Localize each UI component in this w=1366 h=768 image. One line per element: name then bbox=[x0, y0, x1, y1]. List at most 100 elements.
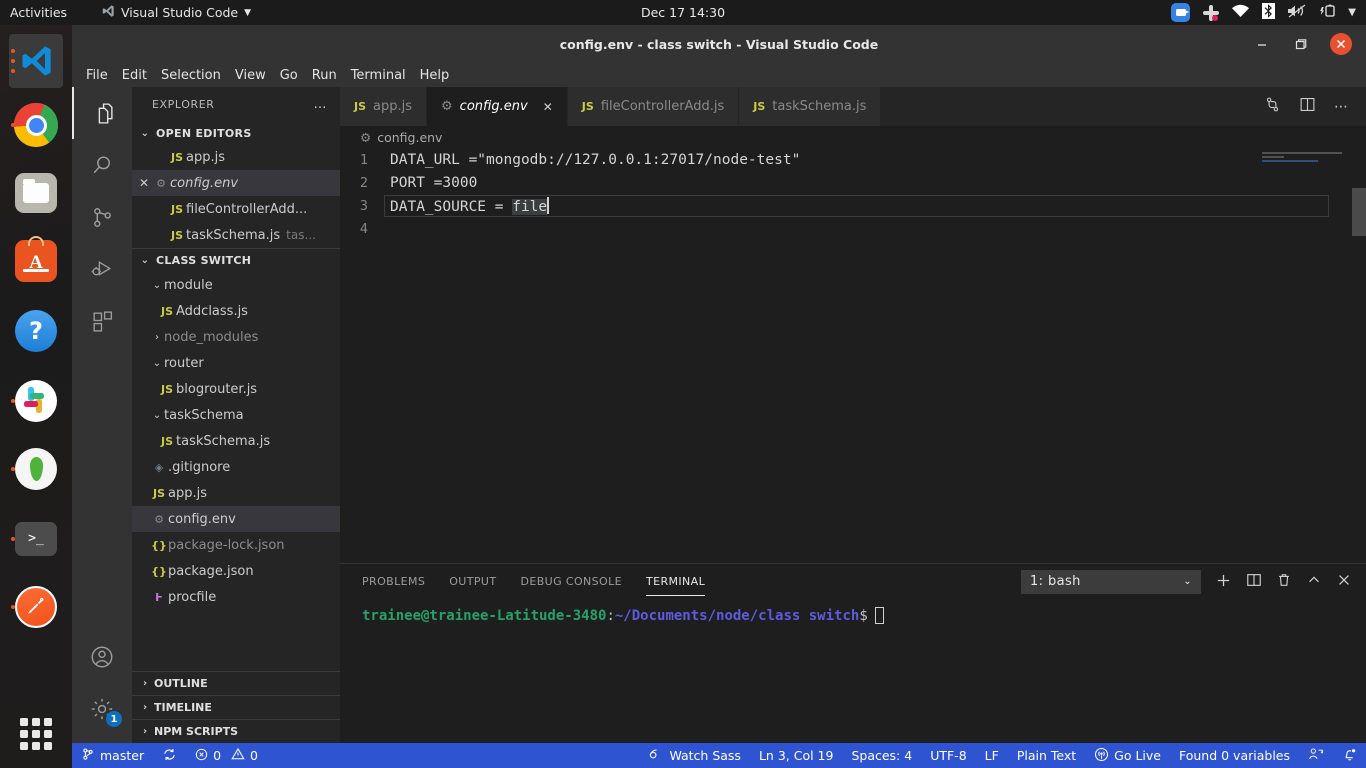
activities-button[interactable]: Activities bbox=[10, 5, 67, 20]
menu-selection[interactable]: Selection bbox=[161, 68, 221, 83]
split-editor-icon[interactable] bbox=[1299, 96, 1316, 117]
activity-accounts-icon[interactable] bbox=[72, 631, 132, 683]
menu-file[interactable]: File bbox=[86, 68, 108, 83]
dock-item-ubuntu-software[interactable]: A bbox=[8, 233, 64, 289]
terminal-select[interactable]: 1: bash ⌄ bbox=[1021, 569, 1201, 594]
dock-item-visual-studio-code[interactable] bbox=[8, 33, 64, 89]
maximize-panel-icon[interactable] bbox=[1306, 572, 1322, 591]
status-notifications[interactable] bbox=[1333, 743, 1366, 768]
code-editor[interactable]: 1 DATA_URL ="mongodb://127.0.0.1:27017/n… bbox=[340, 148, 1366, 563]
close-panel-icon[interactable] bbox=[1336, 572, 1352, 591]
dock-item-google-chrome[interactable] bbox=[8, 97, 64, 153]
status-cursor-position[interactable]: Ln 3, Col 19 bbox=[750, 743, 843, 768]
slack-tray-icon[interactable] bbox=[1203, 4, 1220, 21]
status-watch-sass[interactable]: Watch Sass bbox=[640, 743, 750, 768]
tab-taskschema-js[interactable]: JS taskSchema.js bbox=[739, 87, 882, 126]
activity-run-debug-icon[interactable] bbox=[72, 243, 132, 295]
status-go-live[interactable]: Go Live bbox=[1085, 743, 1170, 768]
dock-item-terminal[interactable]: >_ bbox=[8, 511, 64, 567]
tree-item-procfile[interactable]: Ⱶ procfile bbox=[132, 584, 340, 610]
tree-item-gitignore[interactable]: ◈ .gitignore bbox=[132, 454, 340, 480]
dock-item-mongodb-compass[interactable] bbox=[8, 441, 64, 497]
tree-item-taskschema-js[interactable]: JS taskSchema.js bbox=[132, 428, 340, 454]
status-eol[interactable]: LF bbox=[976, 743, 1008, 768]
section-class-switch[interactable]: ⌄ CLASS SWITCH bbox=[132, 248, 340, 272]
tree-item-module[interactable]: ⌄ module bbox=[132, 272, 340, 298]
breadcrumb[interactable]: ⚙ config.env bbox=[340, 126, 1366, 148]
activity-search-icon[interactable] bbox=[72, 139, 132, 191]
camera-icon[interactable] bbox=[1171, 3, 1191, 22]
close-tab-icon[interactable]: ✕ bbox=[543, 100, 553, 114]
volume-muted-icon[interactable] bbox=[1288, 4, 1306, 21]
status-indentation[interactable]: Spaces: 4 bbox=[842, 743, 921, 768]
section-npm-scripts[interactable]: › NPM SCRIPTS bbox=[132, 719, 340, 743]
tree-item-package-json[interactable]: {} package.json bbox=[132, 558, 340, 584]
terminal-output[interactable]: trainee@trainee-Latitude-3480:~/Document… bbox=[340, 599, 1366, 743]
close-editor-icon[interactable]: ✕ bbox=[136, 176, 152, 190]
status-branch[interactable]: master bbox=[72, 743, 153, 768]
open-editor-row[interactable]: ✕ ⚙ config.env bbox=[132, 170, 340, 196]
tab-app-js[interactable]: JS app.js bbox=[340, 87, 428, 126]
panel-tab-output[interactable]: OUTPUT bbox=[449, 567, 496, 596]
tab-config-env[interactable]: ⚙ config.env ✕ bbox=[427, 87, 568, 126]
maximize-button[interactable] bbox=[1292, 36, 1308, 52]
menu-terminal[interactable]: Terminal bbox=[351, 68, 406, 83]
status-language-mode[interactable]: Plain Text bbox=[1008, 743, 1085, 768]
menu-help[interactable]: Help bbox=[420, 68, 450, 83]
kill-terminal-icon[interactable] bbox=[1276, 572, 1292, 591]
tree-item-config-env[interactable]: ⚙ config.env bbox=[132, 506, 340, 532]
dock-item-help[interactable]: ? bbox=[8, 303, 64, 359]
dock-item-slack[interactable] bbox=[8, 373, 64, 429]
menu-run[interactable]: Run bbox=[312, 68, 337, 83]
status-variables[interactable]: Found 0 variables bbox=[1170, 743, 1299, 768]
chevron-down-icon[interactable]: ▼ bbox=[244, 8, 251, 18]
new-terminal-icon[interactable] bbox=[1215, 572, 1232, 592]
menu-view[interactable]: View bbox=[235, 68, 266, 83]
tree-item-app-js[interactable]: JS app.js bbox=[132, 480, 340, 506]
activity-explorer-icon[interactable] bbox=[72, 87, 132, 139]
section-timeline[interactable]: › TIMELINE bbox=[132, 695, 340, 719]
system-menu-chevron-icon[interactable]: ▼ bbox=[1348, 7, 1356, 18]
js-file-icon: JS bbox=[354, 100, 367, 113]
tree-item-addclass-js[interactable]: JS Addclass.js bbox=[132, 298, 340, 324]
show-applications-button[interactable] bbox=[20, 718, 52, 750]
tab-filecontrolleradd-js[interactable]: JS fileControllerAdd.js bbox=[567, 87, 740, 126]
bluetooth-icon[interactable] bbox=[1262, 3, 1276, 22]
menu-go[interactable]: Go bbox=[280, 68, 298, 83]
tree-item-blogrouter-js[interactable]: JS blogrouter.js bbox=[132, 376, 340, 402]
panel-tab-debug-console[interactable]: DEBUG CONSOLE bbox=[520, 567, 622, 596]
menu-edit[interactable]: Edit bbox=[122, 68, 147, 83]
panel-tab-problems[interactable]: PROBLEMS bbox=[362, 567, 425, 596]
status-sync[interactable] bbox=[153, 743, 186, 768]
open-editor-row[interactable]: JS taskSchema.js tas... bbox=[132, 222, 340, 248]
minimap[interactable] bbox=[1262, 152, 1348, 186]
activity-extensions-icon[interactable] bbox=[72, 295, 132, 347]
activity-source-control-icon[interactable] bbox=[72, 191, 132, 243]
open-editor-row[interactable]: JS fileControllerAdd... bbox=[132, 196, 340, 222]
wifi-icon[interactable] bbox=[1232, 4, 1250, 21]
explorer-more-actions-icon[interactable]: … bbox=[314, 97, 329, 112]
editor-scrollbar[interactable] bbox=[1352, 188, 1366, 236]
dock-item-files[interactable] bbox=[8, 165, 64, 221]
minimize-button[interactable] bbox=[1254, 36, 1270, 52]
close-button[interactable] bbox=[1330, 33, 1352, 55]
tree-item-taskschema-folder[interactable]: ⌄ taskSchema bbox=[132, 402, 340, 428]
tree-item-node-modules[interactable]: › node_modules bbox=[132, 324, 340, 350]
active-app-menu[interactable]: Visual Studio Code ▼ bbox=[101, 4, 251, 21]
open-editor-row[interactable]: JS app.js bbox=[132, 144, 340, 170]
line-number: 4 bbox=[359, 220, 368, 237]
battery-icon[interactable] bbox=[1319, 4, 1335, 21]
status-encoding[interactable]: UTF-8 bbox=[921, 743, 975, 768]
section-outline[interactable]: › OUTLINE bbox=[132, 671, 340, 695]
status-problems[interactable]: 0 0 bbox=[186, 743, 267, 768]
status-remote[interactable] bbox=[1299, 743, 1333, 768]
more-actions-icon[interactable]: ⋯ bbox=[1334, 99, 1350, 115]
tree-item-router[interactable]: ⌄ router bbox=[132, 350, 340, 376]
tree-item-package-lock-json[interactable]: {} package-lock.json bbox=[132, 532, 340, 558]
section-open-editors[interactable]: ⌄ OPEN EDITORS bbox=[132, 122, 340, 144]
dock-item-postman[interactable] bbox=[8, 579, 64, 635]
panel-tab-terminal[interactable]: TERMINAL bbox=[646, 567, 706, 596]
activity-manage-gear-icon[interactable]: 1 bbox=[72, 683, 132, 735]
split-terminal-icon[interactable] bbox=[1246, 572, 1262, 591]
split-diff-icon[interactable] bbox=[1264, 96, 1281, 117]
